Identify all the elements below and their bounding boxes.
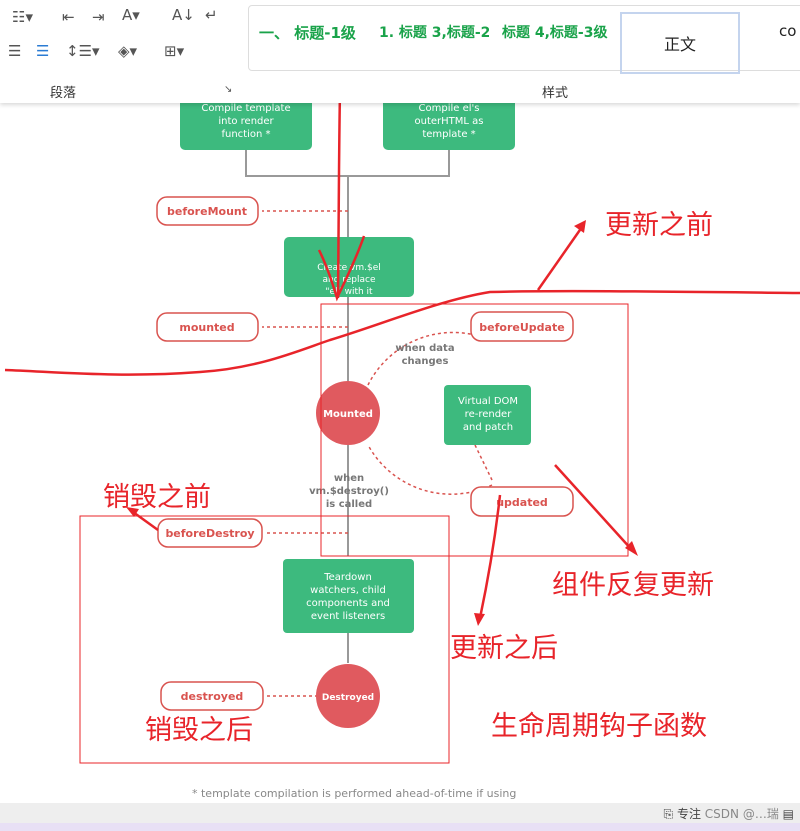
shading-icon[interactable]: ◈▾ xyxy=(118,42,137,60)
svg-text:Destroyed: Destroyed xyxy=(322,693,374,703)
borders-icon[interactable]: ⊞▾ xyxy=(164,42,184,60)
svg-text:event listeners: event listeners xyxy=(311,611,385,622)
text-line: function * xyxy=(221,129,270,140)
ribbon: ☷▾ ⇤ ⇥ A▾ A↓ ↵ ☰ ☰ ↕☰▾ ◈▾ ⊞▾ 段落 ↘ 一、 标题-… xyxy=(0,0,800,103)
style-normal[interactable]: 正文 xyxy=(620,12,740,74)
compile-template-box: Compile template into render function * xyxy=(180,98,312,150)
when-destroy-3: is called xyxy=(326,499,372,510)
multilevel-list-icon[interactable]: ☷▾ xyxy=(12,8,33,26)
annotation-before-update: 更新之前 xyxy=(605,210,713,241)
before-update-hook: beforeUpdate xyxy=(470,311,574,342)
status-bar: ⎘ 专注 CSDN @…瑞 ▤ xyxy=(0,803,800,823)
compile-el-text: Compile el's outerHTML as template * xyxy=(415,103,484,140)
svg-text:beforeMount: beforeMount xyxy=(167,205,247,218)
before-mount-hook: beforeMount xyxy=(156,196,259,226)
when-data-text-2: changes xyxy=(402,356,449,367)
styles-gallery: 一、 标题-1级 1. 标题 3,标题-2 标题 4,标题-3级 正文 co xyxy=(248,5,800,74)
svg-text:and patch: and patch xyxy=(463,422,513,433)
text-line: Compile el's xyxy=(419,103,480,114)
destroyed-hook: destroyed xyxy=(160,681,264,711)
style-heading-4[interactable]: 标题 4,标题-3级 xyxy=(502,22,612,42)
focus-icon[interactable]: ⎘ xyxy=(664,807,674,821)
svg-text:beforeUpdate: beforeUpdate xyxy=(479,321,564,334)
watermark: CSDN @…瑞 xyxy=(704,807,779,821)
svg-text:watchers, child: watchers, child xyxy=(310,585,386,596)
bottom-strip xyxy=(0,823,800,831)
svg-text:updated: updated xyxy=(496,496,548,509)
paragraph-group-label: 段落 xyxy=(50,86,77,101)
focus-button[interactable]: 专注 xyxy=(677,807,701,821)
svg-text:re-render: re-render xyxy=(465,409,513,420)
svg-text:mounted: mounted xyxy=(179,321,234,334)
dialog-launcher-icon[interactable]: ↘ xyxy=(224,84,232,95)
text-line: into render xyxy=(218,116,274,127)
svg-text:destroyed: destroyed xyxy=(181,690,244,703)
style-heading-3[interactable]: 1. 标题 3,标题-2 xyxy=(379,22,489,42)
text-line: "el" with it xyxy=(325,287,373,297)
compile-el-box: Compile el's outerHTML as template * xyxy=(383,98,515,150)
svg-text:beforeDestroy: beforeDestroy xyxy=(165,527,254,540)
virtual-dom-box: Virtual DOM re-render and patch xyxy=(444,385,531,445)
annotation-before-destroy: 销毁之前 xyxy=(103,482,211,513)
footnote: * template compilation is performed ahea… xyxy=(192,787,516,800)
before-destroy-hook: beforeDestroy xyxy=(157,518,263,548)
sort-icon[interactable]: A↓ xyxy=(172,6,195,24)
annotation-repeat-update: 组件反复更新 xyxy=(552,570,714,601)
mounted-state: Mounted xyxy=(316,381,380,445)
status-right: ⎘ 专注 CSDN @…瑞 ▤ xyxy=(664,805,794,822)
text-line: template * xyxy=(422,129,475,140)
line-spacing-icon[interactable]: ↕☰▾ xyxy=(66,42,100,60)
annotation-after-update: 更新之后 xyxy=(450,633,558,664)
svg-text:Virtual DOM: Virtual DOM xyxy=(458,396,518,407)
text-direction-icon[interactable]: A▾ xyxy=(122,6,140,24)
increase-indent-icon[interactable]: ⇥ xyxy=(92,8,105,26)
annotation-after-destroy: 销毁之后 xyxy=(145,715,253,746)
mounted-hook: mounted xyxy=(156,312,259,342)
show-marks-icon[interactable]: ↵ xyxy=(205,6,218,24)
when-data-text-1: when data xyxy=(395,343,454,354)
svg-text:components and: components and xyxy=(306,598,390,609)
annotation-lifecycle-hooks: 生命周期钩子函数 xyxy=(491,711,707,742)
svg-text:Teardown: Teardown xyxy=(323,572,372,583)
text-line: outerHTML as xyxy=(415,116,484,127)
destroyed-state: Destroyed xyxy=(316,664,380,728)
svg-text:Mounted: Mounted xyxy=(323,409,373,420)
when-destroy-1: when xyxy=(334,473,364,484)
red-annotations xyxy=(4,47,800,764)
style-heading-1[interactable]: 一、 标题-1级 xyxy=(259,22,369,43)
decrease-indent-icon[interactable]: ⇤ xyxy=(62,8,75,26)
style-code[interactable]: co xyxy=(779,22,796,40)
updated-hook: updated xyxy=(470,486,574,517)
align-justify-icon[interactable]: ☰ xyxy=(8,42,21,60)
create-vm-box: Create vm.$el and replace "el" with it xyxy=(284,237,414,297)
text-line: Compile template xyxy=(201,103,290,114)
teardown-box: Teardown watchers, child components and … xyxy=(283,559,414,633)
distributed-icon[interactable]: ☰ xyxy=(36,42,49,60)
styles-group-label: 样式 xyxy=(542,86,569,101)
read-mode-icon[interactable]: ▤ xyxy=(783,807,794,821)
